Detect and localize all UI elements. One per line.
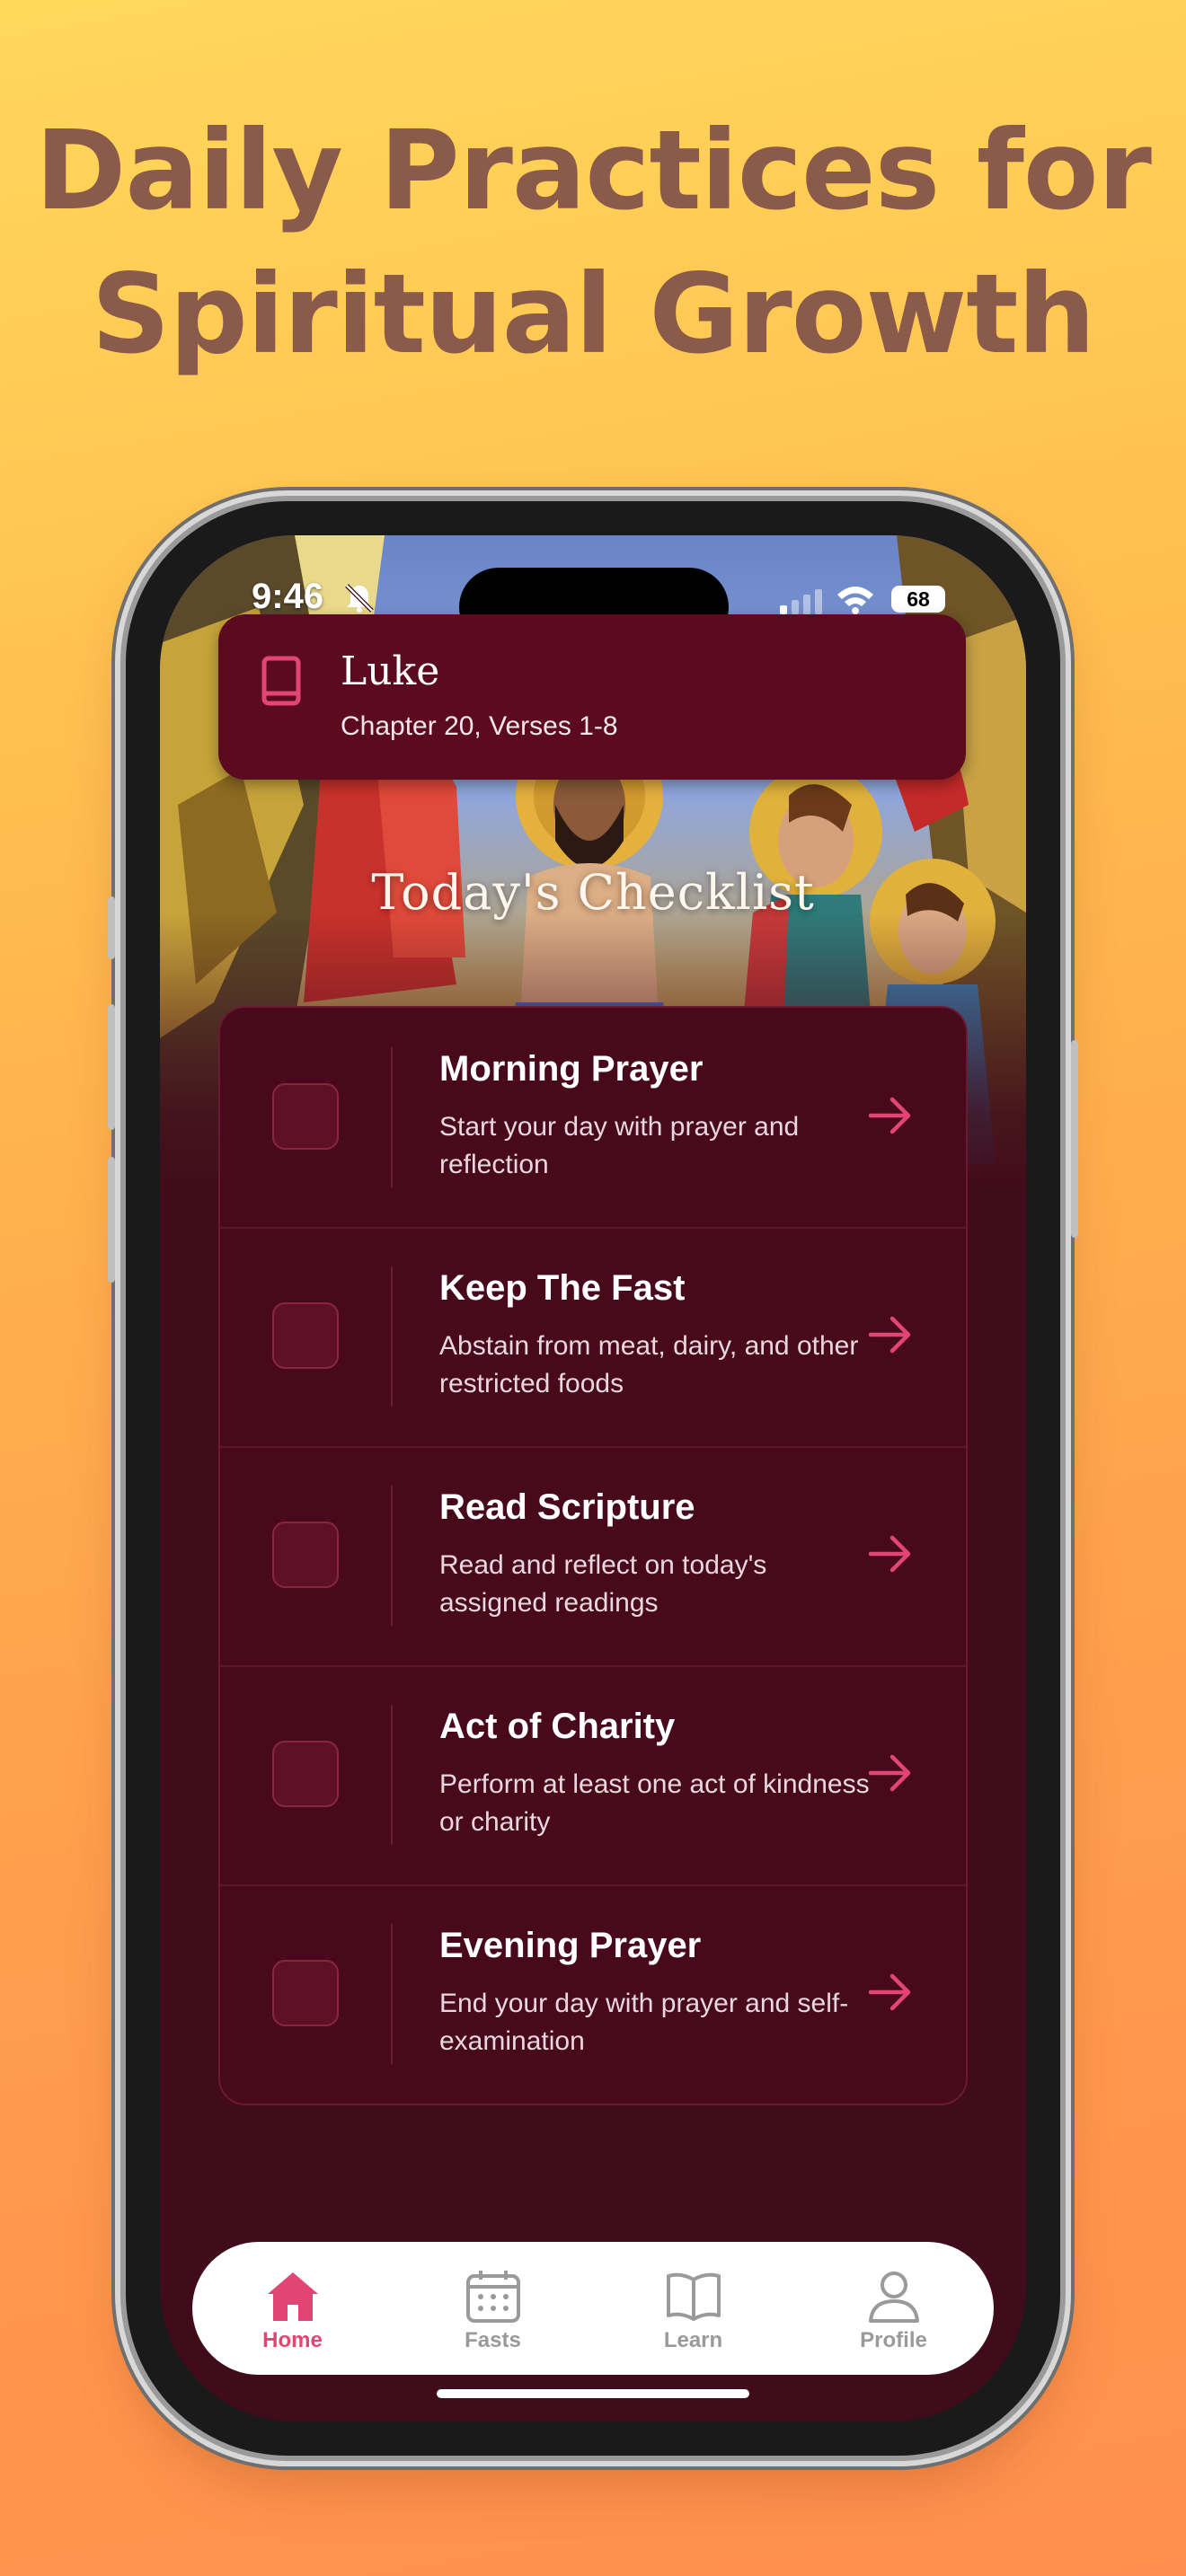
checklist-item-read-scripture[interactable]: Read Scripture Read and reflect on today… [220,1446,966,1667]
arrow-right-icon[interactable] [865,1090,916,1141]
arrow-right-icon[interactable] [865,1748,916,1798]
reading-reference: Chapter 20, Verses 1-8 [341,711,618,741]
item-title: Keep The Fast [439,1268,686,1308]
book-icon [261,656,301,706]
phone-action-button [108,896,115,959]
calendar-icon [466,2271,520,2323]
tab-label: Learn [663,2328,723,2352]
checklist-item-keep-the-fast[interactable]: Keep The Fast Abstain from meat, dairy, … [220,1227,966,1448]
checklist-item-act-of-charity[interactable]: Act of Charity Perform at least one act … [220,1665,966,1886]
item-description: Start your day with prayer and reflectio… [439,1112,800,1179]
arrow-right-icon[interactable] [865,1967,916,2017]
item-divider [391,1266,393,1407]
cellular-signal-icon [780,589,822,614]
daily-checklist: Morning Prayer Start your day with praye… [218,1006,968,2105]
checklist-item-evening-prayer[interactable]: Evening Prayer End your day with prayer … [220,1884,966,2104]
hero-title: Today's Checklist [371,864,815,921]
checkbox[interactable] [272,1522,339,1588]
item-title: Read Scripture [439,1487,695,1527]
home-indicator[interactable] [437,2389,749,2398]
item-description: Abstain from meat, dairy, and other rest… [439,1331,859,1398]
tab-home[interactable]: Home [192,2242,393,2375]
battery-indicator: 68 [891,586,945,613]
book-open-icon [667,2272,721,2321]
headline-line-2: Spiritual Growth [91,251,1096,378]
item-title: Act of Charity [439,1707,676,1746]
checkbox[interactable] [272,1741,339,1807]
item-divider [391,1924,393,2064]
tab-label: Home [262,2328,323,2352]
wifi-icon [837,587,873,614]
tab-label: Fasts [465,2328,521,2352]
status-time: 9:46 [252,577,324,616]
item-divider [391,1705,393,1845]
phone-volume-up [108,1004,115,1130]
item-description: Perform at least one act of kindness or … [439,1769,870,1837]
item-divider [391,1047,393,1187]
app-screen: Today's Checklist 9:46 68 Luke Chapter 2… [160,535,1026,2422]
item-title: Morning Prayer [439,1049,704,1089]
item-description: End your day with prayer and self-examin… [439,1989,849,2056]
phone-side-button [1071,1040,1078,1238]
daily-reading-card[interactable]: Luke Chapter 20, Verses 1-8 [218,614,966,780]
tab-label: Profile [860,2328,927,2352]
person-icon [869,2272,919,2323]
tab-learn[interactable]: Learn [593,2242,793,2375]
arrow-right-icon[interactable] [865,1529,916,1579]
checklist-item-morning-prayer[interactable]: Morning Prayer Start your day with praye… [220,1008,966,1229]
arrow-right-icon[interactable] [865,1310,916,1360]
headline-line-1: Daily Practices for [35,107,1152,234]
checkbox[interactable] [272,1960,339,2026]
item-title: Evening Prayer [439,1926,702,1965]
phone-frame: Today's Checklist 9:46 68 Luke Chapter 2… [108,501,1078,2456]
marketing-headline: Daily Practices for Spiritual Growth [0,99,1186,386]
home-icon [268,2272,318,2321]
item-description: Read and reflect on today's assigned rea… [439,1550,767,1618]
reading-book: Luke [341,648,440,694]
tab-fasts[interactable]: Fasts [393,2242,593,2375]
tab-profile[interactable]: Profile [793,2242,994,2375]
checkbox[interactable] [272,1083,339,1150]
bottom-tab-bar: Home Fasts Learn Profile [192,2242,994,2375]
checkbox[interactable] [272,1302,339,1369]
phone-volume-down [108,1157,115,1283]
item-divider [391,1486,393,1626]
bell-off-icon [345,584,374,613]
